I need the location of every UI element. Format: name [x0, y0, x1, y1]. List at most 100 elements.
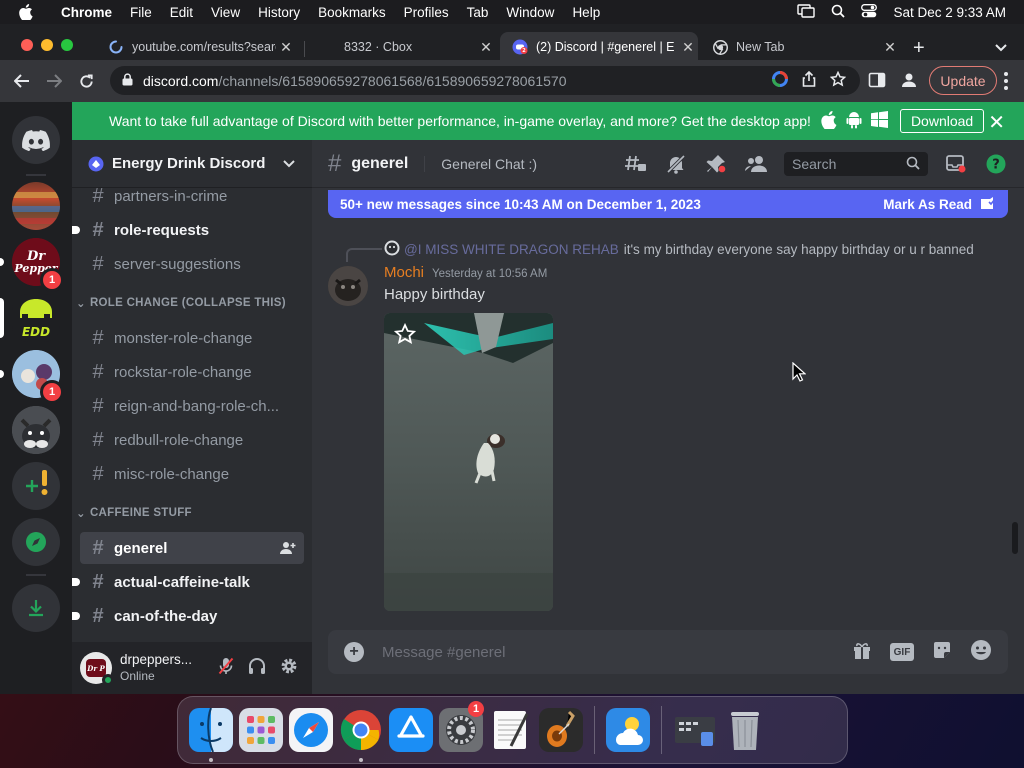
menu-view[interactable]: View [202, 5, 249, 20]
channel-role-requests[interactable]: # role-requests [72, 214, 304, 246]
message-author[interactable]: Mochi [384, 264, 424, 281]
back-arrow-icon[interactable] [8, 67, 36, 95]
muted-microphone-icon[interactable] [218, 657, 234, 680]
address-bar[interactable]: discord.com/channels/615890659278061568/… [110, 66, 860, 95]
notification-bell-muted-icon[interactable] [664, 152, 688, 176]
image-attachment[interactable] [384, 313, 553, 611]
download-button[interactable]: Download [899, 109, 985, 133]
download-apps-icon[interactable] [12, 584, 60, 632]
browser-tab-youtube[interactable]: youtube.com/results?search ✕ [96, 32, 296, 62]
favorite-star-icon[interactable] [393, 322, 417, 350]
channel-misc-role-change[interactable]: # misc-role-change [80, 458, 304, 490]
user-avatar[interactable]: Dr P [80, 652, 114, 686]
share-icon[interactable] [802, 70, 816, 90]
explore-compass-icon[interactable] [12, 518, 60, 566]
apple-menu-icon[interactable] [0, 4, 52, 20]
chrome-icon[interactable] [338, 707, 384, 762]
member-list-icon[interactable] [744, 152, 768, 176]
display-mirror-icon[interactable] [797, 3, 816, 21]
tab-search-chevron-icon[interactable] [994, 40, 1008, 58]
gif-picker-button[interactable]: GIF [890, 643, 914, 661]
menu-profiles[interactable]: Profiles [395, 5, 458, 20]
inbox-icon[interactable] [944, 152, 968, 176]
forward-arrow-icon[interactable] [40, 67, 68, 95]
system-settings-icon[interactable]: 1 [438, 701, 484, 753]
google-lens-icon[interactable] [772, 71, 788, 90]
user-settings-gear-icon[interactable] [280, 657, 298, 680]
zoom-window-button[interactable] [61, 39, 73, 51]
server-header[interactable]: Energy Drink Discord [72, 140, 312, 188]
menu-app-name[interactable]: Chrome [52, 5, 121, 20]
launchpad-icon[interactable] [238, 707, 284, 753]
channel-generel[interactable]: # generel [80, 532, 304, 564]
channel-partners-in-crime[interactable]: # partners-in-crime [80, 184, 304, 212]
control-center-icon[interactable] [861, 3, 878, 21]
menu-help[interactable]: Help [563, 5, 609, 20]
chrome-menu-icon[interactable] [1004, 72, 1008, 90]
add-server-icon[interactable] [12, 462, 60, 510]
screenshot-icon[interactable] [672, 707, 718, 753]
garageband-icon[interactable] [538, 707, 584, 753]
menu-edit[interactable]: Edit [161, 5, 202, 20]
server-icon-drinks-shelf[interactable] [12, 182, 60, 230]
reply-mention[interactable]: @I MISS WHITE DRAGON REHAB [404, 242, 619, 257]
server-icon-energy-drink[interactable]: EDD [12, 294, 60, 342]
trash-icon[interactable] [722, 707, 768, 753]
threads-icon[interactable] [624, 152, 648, 176]
invite-member-icon[interactable] [280, 541, 296, 555]
app-store-icon[interactable] [388, 707, 434, 753]
minimize-window-button[interactable] [41, 39, 53, 51]
gift-icon[interactable] [852, 640, 872, 665]
finder-icon[interactable] [188, 707, 234, 762]
close-tab-icon[interactable]: ✕ [276, 39, 296, 56]
emoji-picker-icon[interactable] [970, 639, 992, 666]
scrollbar-thumb[interactable] [1012, 522, 1018, 554]
category-caffeine-stuff[interactable]: ⌄ CAFFEINE STUFF [76, 506, 192, 520]
new-tab-icon[interactable]: + [913, 38, 925, 58]
channel-rockstar-role-change[interactable]: # rockstar-role-change [80, 356, 304, 388]
message-avatar[interactable] [328, 266, 368, 306]
textedit-icon[interactable] [488, 707, 534, 753]
discord-home-icon[interactable] [12, 116, 60, 164]
menu-window[interactable]: Window [497, 5, 563, 20]
reply-reference[interactable]: @I MISS WHITE DRAGON REHAB it's my birth… [384, 240, 974, 259]
close-window-button[interactable] [21, 39, 33, 51]
channel-reign-and-bang-role-change[interactable]: # reign-and-bang-role-ch... [80, 390, 304, 422]
close-banner-icon[interactable]: ✕ [988, 110, 1005, 135]
attach-file-plus-icon[interactable]: + [344, 642, 364, 662]
mark-as-read-button[interactable]: Mark As Read [883, 196, 996, 213]
close-tab-icon[interactable]: ✕ [678, 39, 698, 56]
category-role-change[interactable]: ⌄ ROLE CHANGE (COLLAPSE THIS) [76, 296, 286, 310]
pinned-messages-icon[interactable] [704, 152, 728, 176]
help-icon[interactable]: ? [984, 152, 1008, 176]
channel-can-of-the-day[interactable]: # can-of-the-day [72, 600, 304, 632]
reload-icon[interactable] [72, 67, 100, 95]
lock-icon[interactable] [122, 72, 133, 89]
menu-history[interactable]: History [249, 5, 309, 20]
safari-icon[interactable] [288, 707, 334, 753]
bookmark-star-icon[interactable] [829, 70, 847, 90]
weather-icon[interactable] [605, 707, 651, 753]
server-icon-cat-face[interactable] [12, 406, 60, 454]
message-composer[interactable]: + Message #generel GIF [328, 630, 1008, 674]
browser-tab-discord[interactable]: 2 (2) Discord | #generel | E ✕ [500, 32, 698, 62]
channel-monster-role-change[interactable]: # monster-role-change [80, 322, 304, 354]
message-input[interactable]: Message #generel [382, 644, 505, 661]
channel-server-suggestions[interactable]: # server-suggestions [80, 248, 304, 280]
close-tab-icon[interactable]: ✕ [880, 39, 900, 56]
menu-bookmarks[interactable]: Bookmarks [309, 5, 395, 20]
browser-tab-cbox[interactable]: 8332 · Cbox ✕ [318, 32, 496, 62]
channel-topic[interactable]: Generel Chat :) [424, 155, 537, 172]
side-panel-icon[interactable] [868, 71, 886, 94]
spotlight-search-icon[interactable] [831, 4, 846, 21]
sticker-icon[interactable] [932, 640, 952, 665]
close-tab-icon[interactable]: ✕ [476, 39, 496, 56]
update-button[interactable]: Update [929, 66, 997, 95]
search-input[interactable]: Search [784, 152, 928, 176]
headphones-icon[interactable] [248, 657, 266, 680]
menu-tab[interactable]: Tab [458, 5, 498, 20]
channel-actual-caffeine-talk[interactable]: # actual-caffeine-talk [72, 566, 304, 598]
new-messages-bar[interactable]: 50+ new messages since 10:43 AM on Decem… [328, 190, 1008, 218]
browser-tab-new-tab[interactable]: New Tab ✕ [700, 32, 900, 62]
menu-file[interactable]: File [121, 5, 161, 20]
